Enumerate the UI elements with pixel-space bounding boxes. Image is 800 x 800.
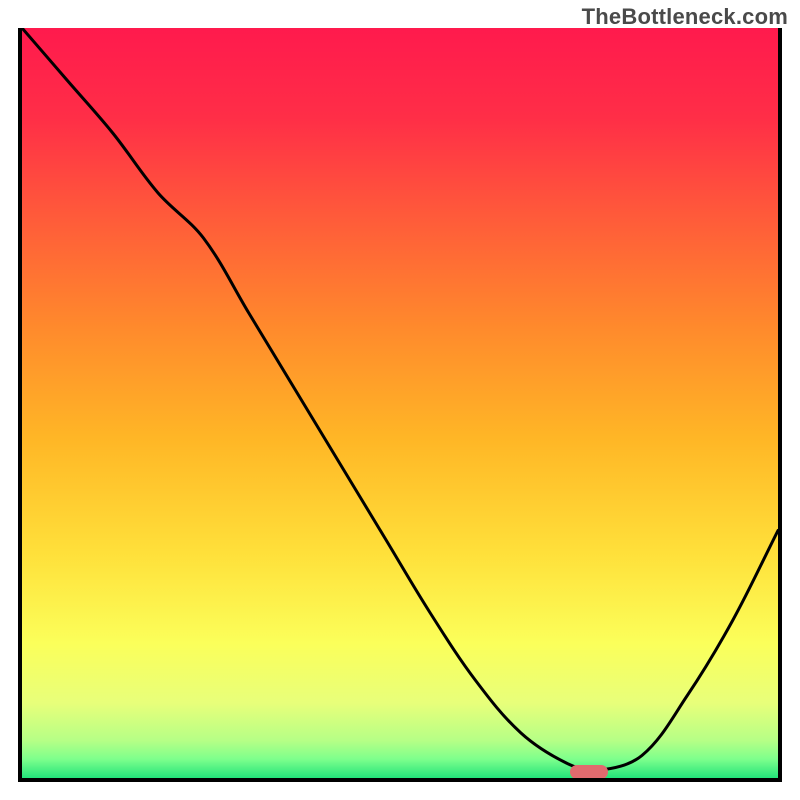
plot-area [22, 28, 778, 778]
plot-border [18, 28, 782, 782]
chart-frame: TheBottleneck.com [0, 0, 800, 800]
watermark-text: TheBottleneck.com [582, 4, 788, 30]
bottleneck-curve [22, 28, 778, 778]
optimal-point-marker [570, 765, 608, 778]
